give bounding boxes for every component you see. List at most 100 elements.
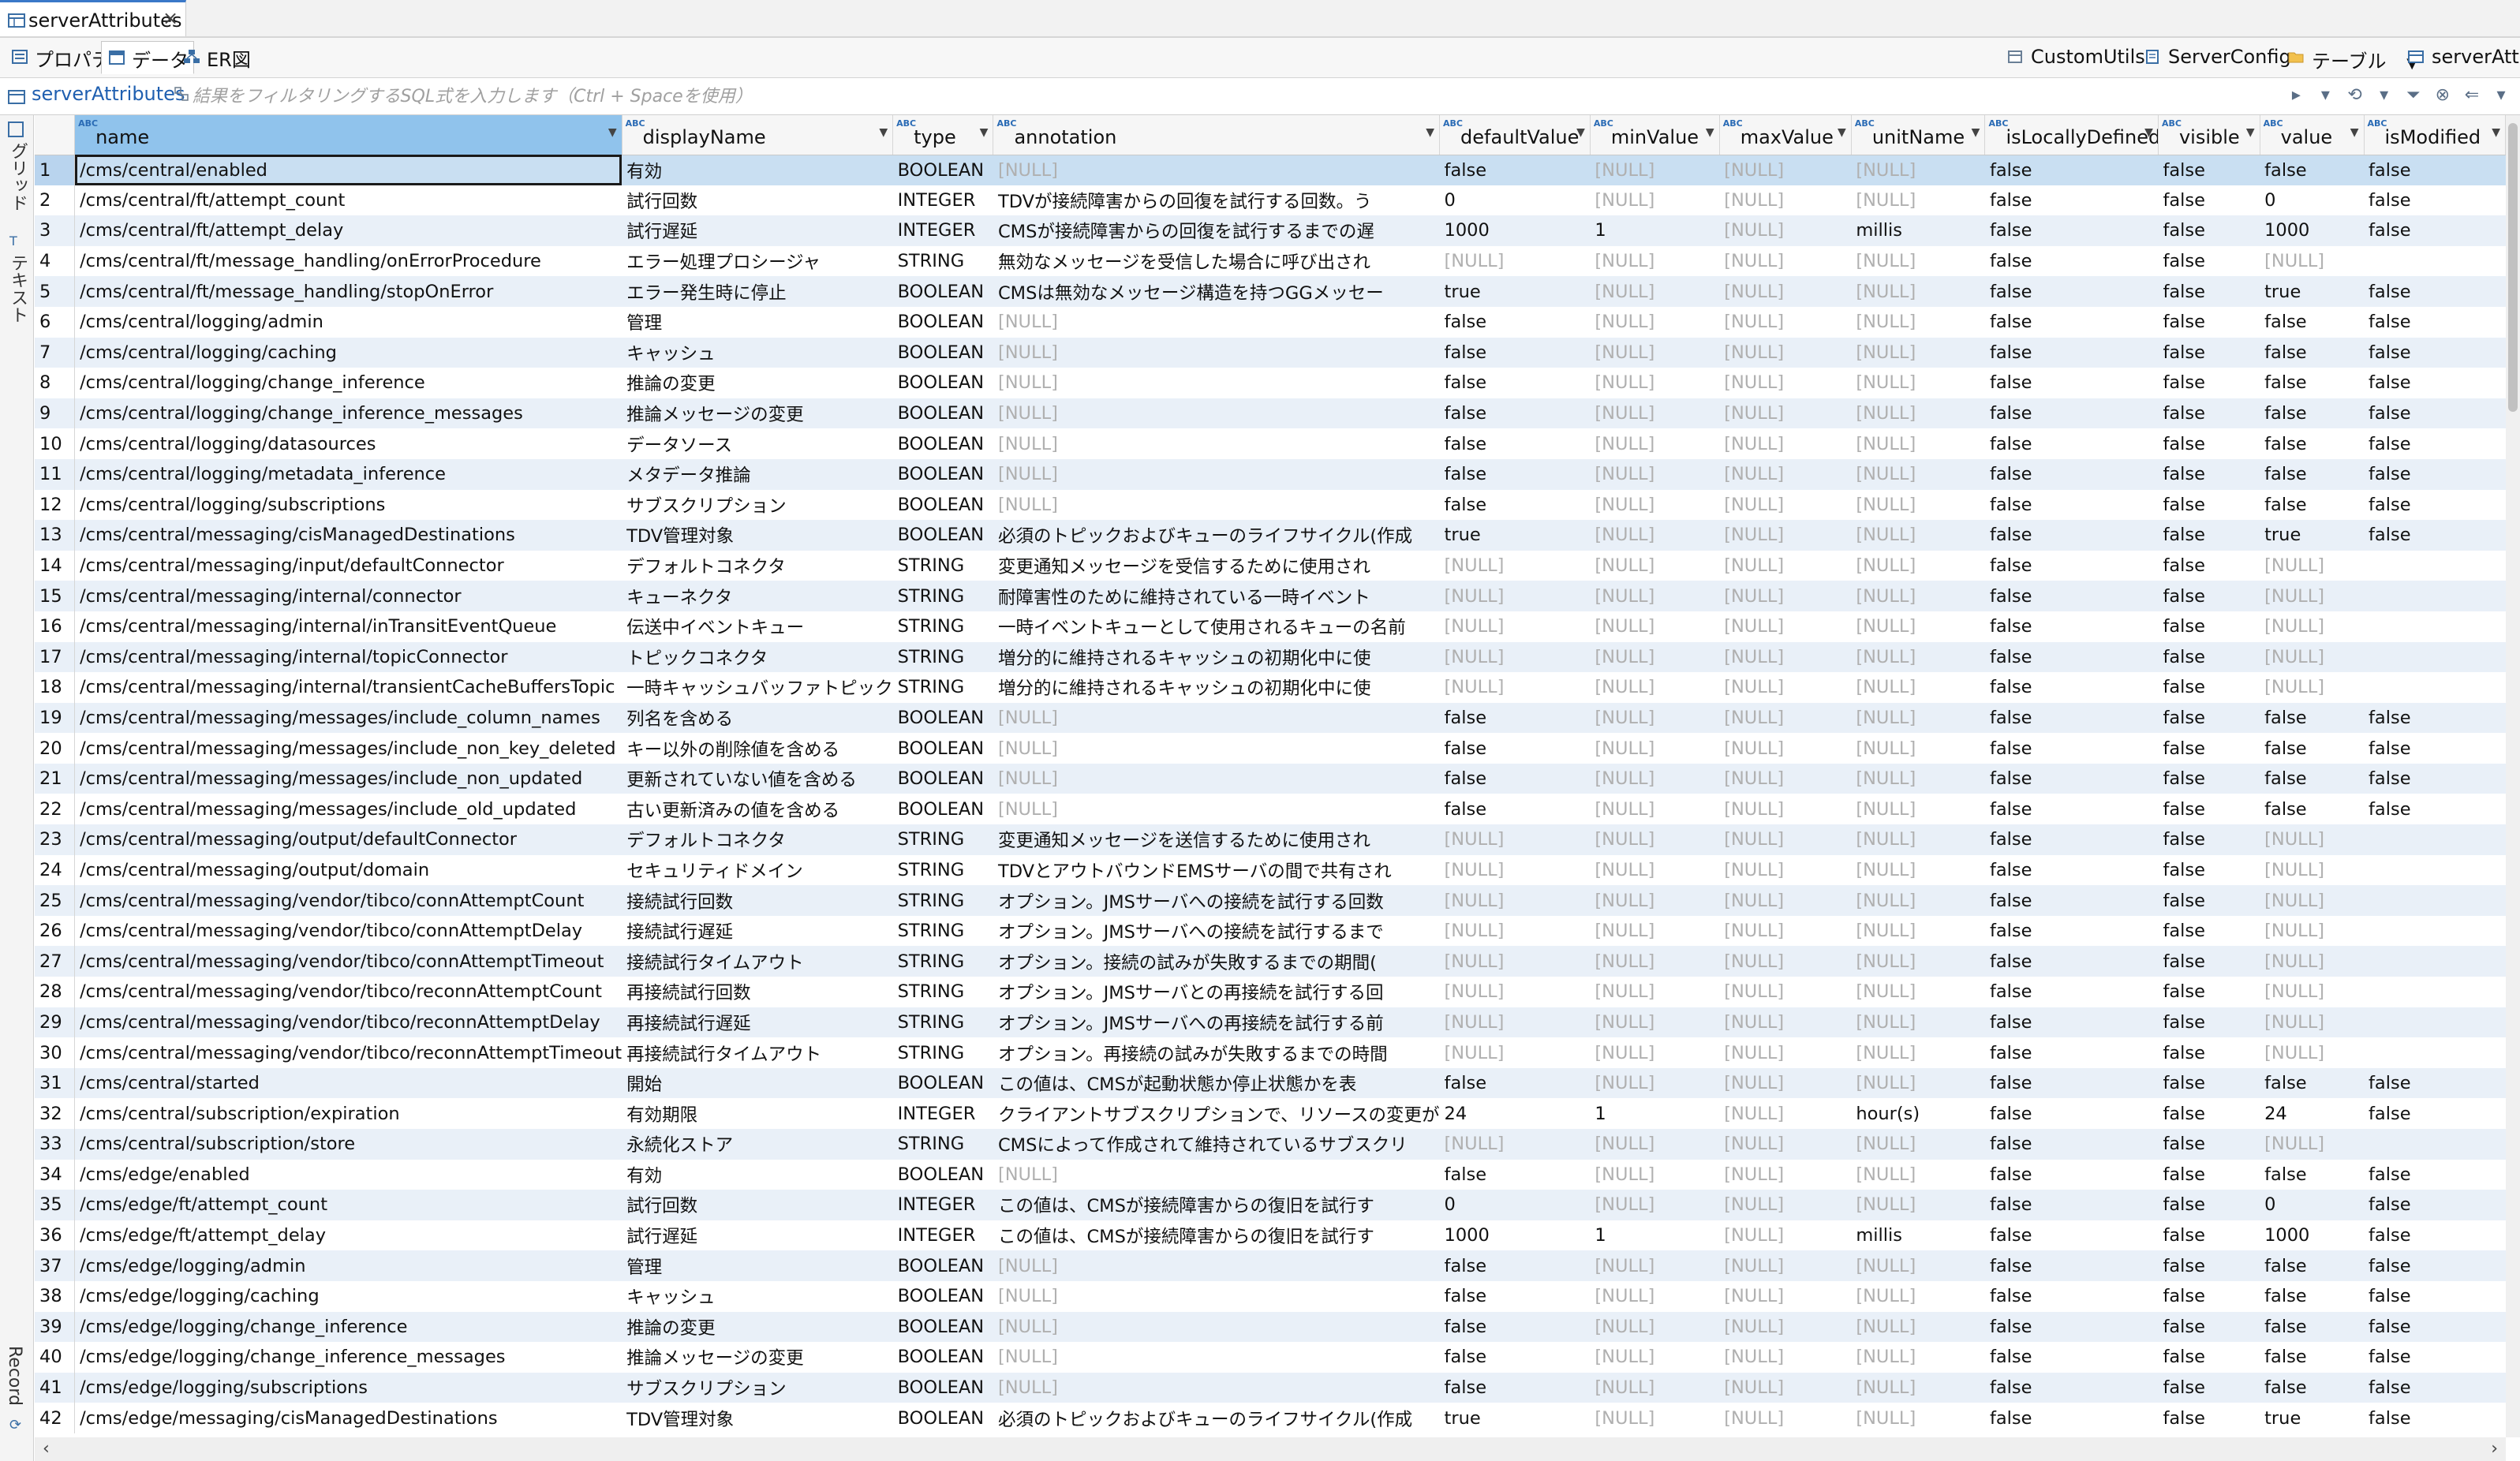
table-cell[interactable]: [NULL] xyxy=(1851,733,1985,764)
table-cell[interactable]: オプション。接続の試みが失敗するまでの期間( xyxy=(993,946,1440,977)
table-cell[interactable]: [NULL] xyxy=(1590,1190,1720,1220)
table-cell[interactable]: STRING xyxy=(893,916,993,947)
table-cell[interactable]: false xyxy=(1984,1190,2159,1220)
table-row[interactable]: 31/cms/central/started 開始 BOOLEAN この値は、CMSが… xyxy=(35,1067,2506,1099)
table-cell[interactable]: false xyxy=(2260,1372,2365,1403)
table-cell[interactable]: false xyxy=(1985,855,2159,886)
table-cell[interactable]: [NULL] xyxy=(1590,428,1719,459)
table-cell[interactable]: [NULL] xyxy=(993,307,1440,338)
table-cell[interactable]: 古い更新済みの値を含める xyxy=(622,794,893,824)
table-cell[interactable]: STRING xyxy=(892,824,993,855)
table-cell[interactable]: false xyxy=(1439,1372,1591,1403)
table-cell[interactable]: false xyxy=(2158,276,2260,307)
table-cell[interactable]: [NULL] xyxy=(1590,1403,1719,1433)
table-cell[interactable]: false xyxy=(2158,1372,2260,1403)
table-cell[interactable]: /cms/edge/ft/attempt_count xyxy=(74,1190,623,1220)
table-cell[interactable]: [NULL] xyxy=(1851,581,1985,611)
table-cell[interactable]: /cms/central/messaging/output/defaultCon… xyxy=(74,824,623,855)
table-cell[interactable]: false xyxy=(2260,763,2365,794)
table-row[interactable]: 15/cms/central/messaging/internal/connec… xyxy=(35,581,2506,611)
table-cell[interactable] xyxy=(2364,246,2505,277)
table-cell[interactable]: [NULL] xyxy=(2260,1037,2364,1068)
table-row[interactable]: 14/cms/central/messaging/input/defaultCo… xyxy=(35,550,2506,581)
table-cell[interactable]: /cms/edge/enabled xyxy=(75,1160,623,1190)
table-cell[interactable]: /cms/central/ft/attempt_count xyxy=(75,185,623,216)
table-cell[interactable]: false xyxy=(1985,1342,2159,1373)
table-cell[interactable]: 増分的に維持されるキャッシュの初期化中に使 xyxy=(993,672,1440,703)
table-row[interactable]: 7/cms/central/logging/caching キャッシュ BOOLEA… xyxy=(35,337,2506,368)
chevron-down-icon[interactable]: ▾ xyxy=(2314,84,2336,106)
table-cell[interactable]: 推論メッセージの変更 xyxy=(622,1342,893,1373)
table-cell[interactable]: 推論の変更 xyxy=(622,1311,893,1343)
table-cell[interactable]: [NULL] xyxy=(1851,368,1985,398)
table-cell[interactable]: /cms/central/messaging/vendor/tibco/conn… xyxy=(74,885,623,916)
table-cell[interactable]: false xyxy=(2364,1372,2506,1403)
table-cell[interactable]: 更新されていない値を含める xyxy=(622,763,893,794)
table-cell[interactable]: /cms/central/logging/admin xyxy=(75,307,623,338)
table-cell[interactable]: [NULL] xyxy=(1719,1281,1851,1312)
table-cell[interactable]: [NULL] xyxy=(1851,977,1985,1007)
table-cell[interactable]: 試行回数 xyxy=(622,185,893,216)
table-cell[interactable]: [NULL] xyxy=(1590,246,1719,277)
table-cell[interactable]: [NULL] xyxy=(2260,551,2364,581)
table-cell[interactable]: false xyxy=(1439,458,1591,490)
table-cell[interactable]: [NULL] xyxy=(1439,824,1591,855)
table-cell[interactable]: CMSが接続障害からの回復を試行するまでの遅 xyxy=(993,215,1440,246)
table-cell[interactable]: false xyxy=(2158,977,2260,1007)
table-cell[interactable]: false xyxy=(2364,1311,2506,1343)
table-cell[interactable]: [NULL] xyxy=(1719,946,1852,977)
table-cell[interactable]: false xyxy=(2364,1220,2505,1251)
table-cell[interactable]: BOOLEAN xyxy=(893,307,993,338)
table-cell[interactable]: BOOLEAN xyxy=(892,702,993,734)
table-cell[interactable]: [NULL] xyxy=(1590,641,1720,673)
table-cell[interactable]: [NULL] xyxy=(1851,458,1985,490)
table-cell[interactable]: false xyxy=(2158,916,2260,947)
table-cell[interactable]: [NULL] xyxy=(1719,1098,1851,1129)
scroll-right-icon[interactable]: › xyxy=(2491,1439,2498,1459)
table-cell[interactable]: オプション。JMSサーバとの再接続を試行する回 xyxy=(993,977,1440,1007)
table-cell[interactable]: 1 xyxy=(1590,1098,1719,1129)
table-cell[interactable]: true xyxy=(2260,276,2365,307)
table-cell[interactable]: STRING xyxy=(893,672,993,703)
table-cell[interactable]: /cms/central/subscription/store xyxy=(74,1129,623,1160)
table-cell[interactable]: false xyxy=(1984,824,2159,855)
table-cell[interactable]: [NULL] xyxy=(2260,1007,2365,1038)
table-cell[interactable]: false xyxy=(1440,1281,1591,1312)
table-cell[interactable]: [NULL] xyxy=(2260,1129,2365,1160)
table-cell[interactable]: false xyxy=(1984,702,2159,734)
table-cell[interactable]: [NULL] xyxy=(1719,885,1852,916)
table-cell[interactable]: [NULL] xyxy=(1719,1220,1851,1251)
table-cell[interactable]: 試行遅延 xyxy=(622,215,893,246)
table-cell[interactable]: false xyxy=(1985,611,2159,642)
table-cell[interactable] xyxy=(2364,946,2506,977)
table-cell[interactable]: [NULL] xyxy=(1439,885,1591,916)
table-cell[interactable]: false xyxy=(1439,155,1591,185)
table-cell[interactable]: false xyxy=(1439,763,1591,794)
table-cell[interactable]: BOOLEAN xyxy=(892,1372,993,1403)
table-row[interactable]: 41/cms/edge/logging/subscriptions サブスクリプシ… xyxy=(35,1372,2506,1403)
table-cell[interactable]: [NULL] xyxy=(2260,824,2365,855)
table-row[interactable]: 5/cms/central/ft/message_handling/stopOn… xyxy=(35,276,2506,307)
table-cell[interactable]: [NULL] xyxy=(1590,916,1719,947)
table-cell[interactable]: STRING xyxy=(892,946,993,977)
table-cell[interactable]: [NULL] xyxy=(1590,458,1720,490)
table-cell[interactable]: [NULL] xyxy=(1590,1281,1719,1312)
table-cell[interactable]: セキュリティドメイン xyxy=(622,855,893,886)
table-cell[interactable]: 耐障害性のために維持されている一時イベント xyxy=(993,581,1440,611)
table-cell[interactable]: false xyxy=(2158,1007,2260,1038)
table-cell[interactable]: 再接続試行回数 xyxy=(622,977,893,1007)
table-cell[interactable]: 接続試行遅延 xyxy=(622,916,893,947)
table-row[interactable]: 19/cms/central/messaging/messages/includ… xyxy=(35,702,2506,734)
table-cell[interactable]: STRING xyxy=(893,855,993,886)
table-cell[interactable]: false xyxy=(2364,1281,2505,1312)
table-cell[interactable]: /cms/edge/logging/subscriptions xyxy=(74,1372,623,1403)
table-cell[interactable]: [NULL] xyxy=(1851,1250,1985,1281)
table-cell[interactable]: /cms/central/ft/message_handling/stopOnE… xyxy=(74,276,623,307)
table-cell[interactable]: false xyxy=(2158,490,2260,521)
table-cell[interactable]: [NULL] xyxy=(1851,520,1985,551)
table-cell[interactable]: [NULL] xyxy=(1851,551,1985,581)
close-icon[interactable]: × xyxy=(163,7,178,29)
table-cell[interactable]: /cms/central/messaging/internal/topicCon… xyxy=(74,641,623,673)
table-cell[interactable]: TDVが接続障害からの回復を試行する回数。う xyxy=(993,185,1440,216)
table-cell[interactable]: [NULL] xyxy=(1719,824,1852,855)
